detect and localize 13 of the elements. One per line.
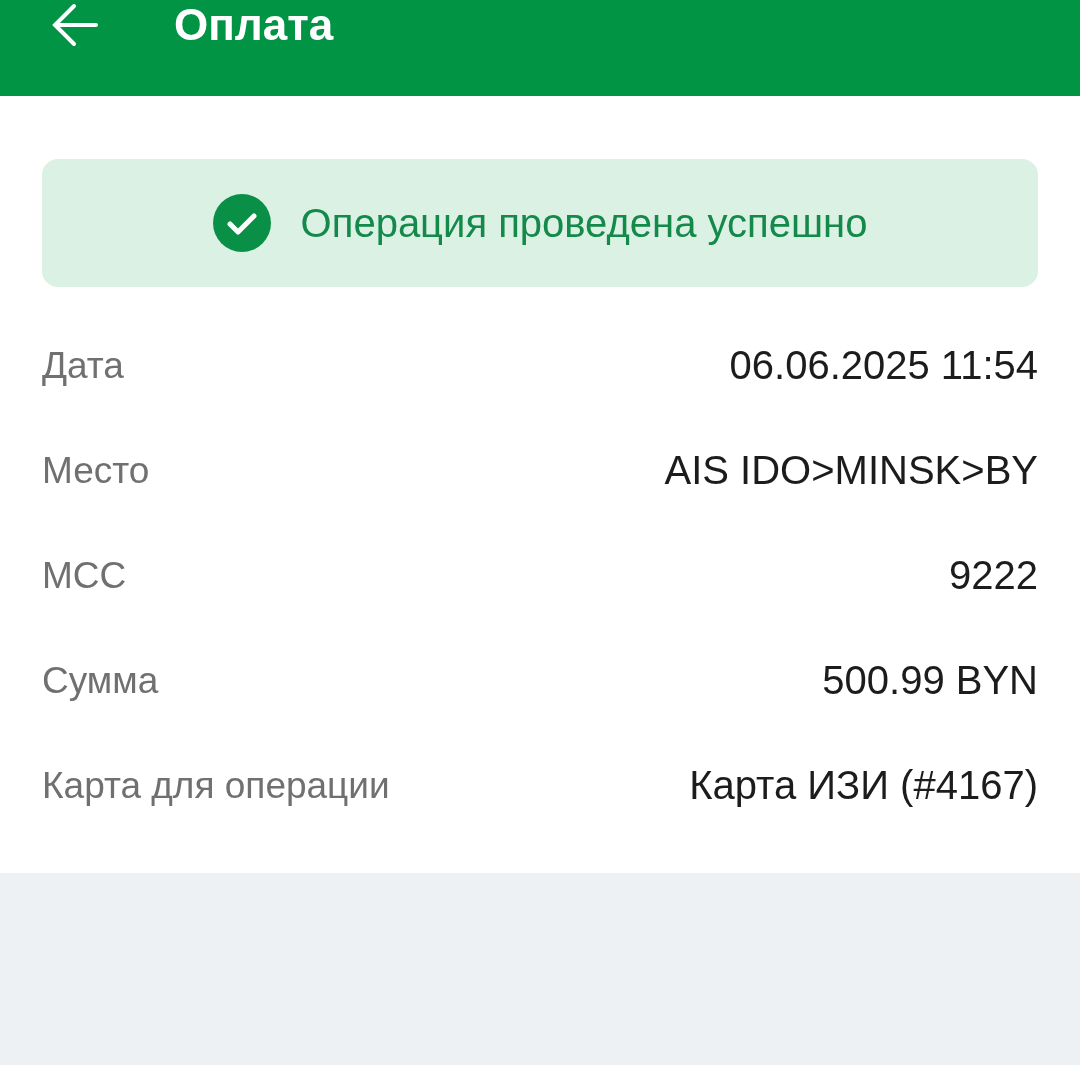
detail-label: Карта для операции — [42, 764, 390, 807]
check-circle-icon — [212, 194, 271, 252]
detail-label: Место — [42, 449, 150, 492]
screen-title: Оплата — [174, 0, 334, 50]
status-message: Операция проведена успешно — [300, 200, 868, 246]
detail-value: 06.06.2025 11:54 — [729, 343, 1038, 388]
detail-label: Дата — [42, 344, 124, 387]
detail-label: MCC — [42, 554, 127, 597]
detail-value: 9222 — [949, 553, 1038, 598]
detail-value: Карта ИЗИ (#4167) — [689, 763, 1038, 808]
detail-value: 500.99 BYN — [822, 658, 1038, 703]
detail-value: AIS IDO>MINSK>BY — [664, 448, 1038, 493]
detail-label: Сумма — [42, 659, 159, 702]
